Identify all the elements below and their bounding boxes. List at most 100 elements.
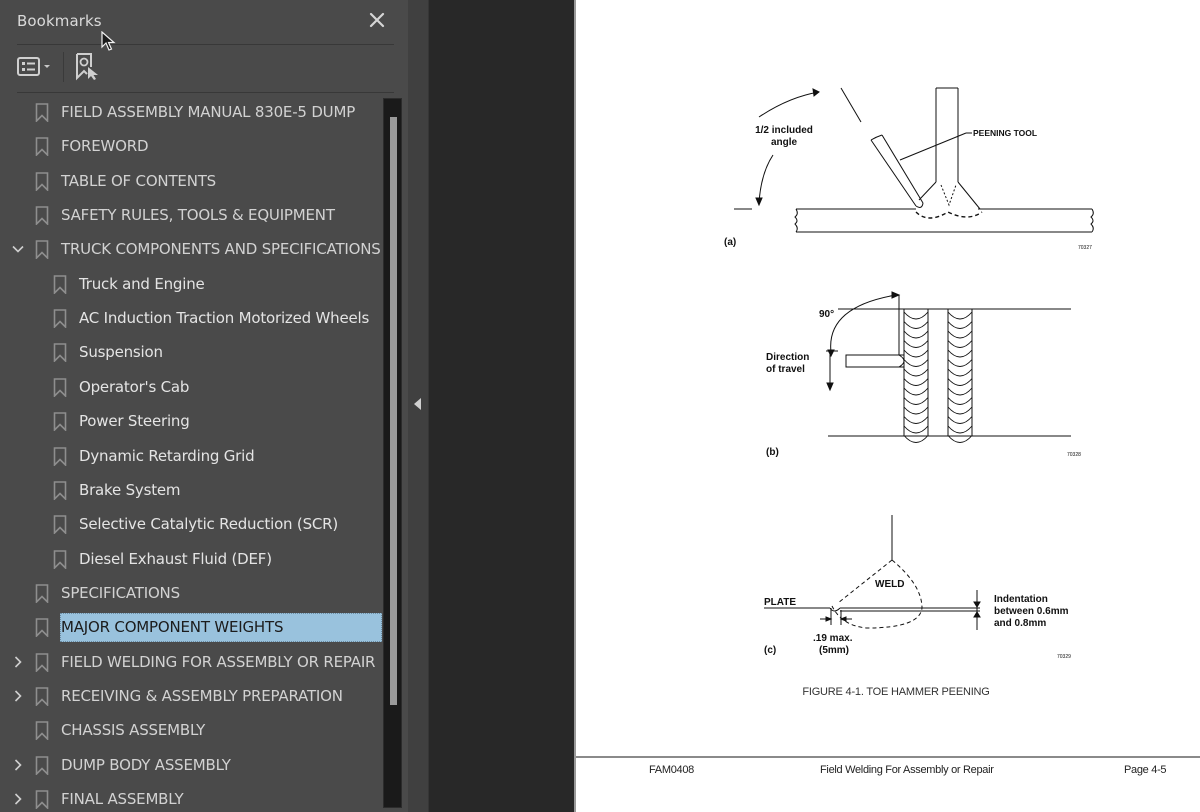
bookmark-item[interactable]: Brake System xyxy=(0,475,383,505)
fig-b-angle-label: 90° xyxy=(819,309,834,320)
chevron-right-icon[interactable] xyxy=(11,655,25,669)
fig-c-indent-1: Indentation xyxy=(994,594,1048,605)
fig-c-weld-label: WELD xyxy=(875,579,904,590)
bookmark-item[interactable]: AC Induction Traction Motorized Wheels xyxy=(0,303,383,333)
bookmark-item[interactable]: RECEIVING & ASSEMBLY PREPARATION xyxy=(0,681,383,711)
footer-doc-code: FAM0408 xyxy=(649,764,694,776)
bookmark-label: FINAL ASSEMBLY xyxy=(61,790,184,808)
bookmark-item[interactable]: SAFETY RULES, TOOLS & EQUIPMENT xyxy=(0,200,383,230)
bookmark-label: FOREWORD xyxy=(61,137,149,156)
fig-c-max-2: (5mm) xyxy=(819,645,849,656)
bookmark-label: SPECIFICATIONS xyxy=(61,583,180,602)
bookmark-label: FIELD ASSEMBLY MANUAL 830E-5 DUMP xyxy=(61,103,356,121)
options-list-icon xyxy=(17,57,50,76)
figure-4-1: 1/2 included angle PEENING TOOL (a) 7032… xyxy=(724,87,1094,660)
chevron-right-icon[interactable] xyxy=(11,792,25,806)
bookmarks-panel: Bookmarks FIELD ASSEMBLY MANUAL 830E-5 D… xyxy=(0,0,408,812)
bookmark-icon xyxy=(53,515,67,535)
bookmark-item[interactable]: Operator's Cab xyxy=(0,372,383,402)
bookmark-item[interactable]: FIELD ASSEMBLY MANUAL 830E-5 DUMP xyxy=(0,97,383,127)
weld-ripple xyxy=(947,397,973,405)
bookmark-item[interactable]: SPECIFICATIONS xyxy=(0,578,383,608)
bookmark-item[interactable]: DUMP BODY ASSEMBLY xyxy=(0,750,383,780)
find-current-bookmark-button[interactable] xyxy=(74,52,100,82)
bookmark-item[interactable]: Suspension xyxy=(0,337,383,367)
panel-title: Bookmarks xyxy=(17,12,102,30)
bookmark-icon xyxy=(35,721,49,741)
bookmark-icon xyxy=(35,584,49,603)
bookmark-item[interactable]: Diesel Exhaust Fluid (DEF) xyxy=(0,544,383,574)
bookmark-label: TABLE OF CONTENTS xyxy=(61,171,217,190)
bookmark-icon xyxy=(53,549,67,569)
footer-page-number: Page 4-5 xyxy=(1124,764,1167,776)
options-menu-button[interactable] xyxy=(17,55,57,79)
bookmark-label: Dynamic Retarding Grid xyxy=(79,446,255,465)
weld-ripple xyxy=(903,368,929,377)
bookmark-icon xyxy=(35,652,49,672)
collapse-panel-button[interactable] xyxy=(408,0,429,812)
scrollbar-thumb[interactable] xyxy=(390,117,397,705)
toolbar-separator xyxy=(63,52,64,82)
figure-caption: FIGURE 4-1. TOE HAMMER PEENING xyxy=(802,686,990,698)
bookmark-label: Diesel Exhaust Fluid (DEF) xyxy=(79,549,272,568)
bookmark-item[interactable]: TRUCK COMPONENTS AND SPECIFICATIONS xyxy=(0,234,383,264)
fig-a-tool-label: PEENING TOOL xyxy=(973,128,1037,138)
weld-ripple xyxy=(947,311,973,320)
bookmark-icon xyxy=(35,103,49,122)
chevron-down-icon[interactable] xyxy=(11,242,25,256)
bookmark-label: TRUCK COMPONENTS AND SPECIFICATIONS xyxy=(61,240,381,259)
fig-c-panel-label: (c) xyxy=(764,645,776,656)
bookmark-icon xyxy=(53,412,67,432)
scrollbar-track[interactable] xyxy=(383,98,402,808)
bookmark-item[interactable]: TABLE OF CONTENTS xyxy=(0,166,383,196)
weld-ripple xyxy=(903,397,929,405)
close-panel-button[interactable] xyxy=(366,9,388,31)
header-divider xyxy=(17,44,394,45)
bookmark-label: Truck and Engine xyxy=(79,274,205,293)
bookmark-label: AC Induction Traction Motorized Wheels xyxy=(79,309,370,328)
figure-a xyxy=(734,87,1094,233)
bookmark-icon xyxy=(53,274,67,294)
weld-ripple xyxy=(903,378,929,386)
weld-ripple xyxy=(903,321,929,329)
bookmark-item[interactable]: FINAL ASSEMBLY xyxy=(0,784,383,812)
bookmark-item[interactable]: MAJOR COMPONENT WEIGHTS xyxy=(0,612,383,643)
bookmark-label: Suspension xyxy=(79,343,163,362)
fig-b-panel-label: (b) xyxy=(766,447,779,458)
chevron-right-icon[interactable] xyxy=(11,758,25,772)
bookmark-icon xyxy=(53,377,67,397)
toolbar-divider xyxy=(17,92,394,93)
fig-c-max-1: .19 max. xyxy=(813,633,853,644)
weld-ripple xyxy=(903,340,929,348)
fig-b-id: 70328 xyxy=(1067,452,1081,458)
bookmark-item[interactable]: FIELD WELDING FOR ASSEMBLY OR REPAIR xyxy=(0,647,383,677)
bookmark-item[interactable]: Selective Catalytic Reduction (SCR) xyxy=(0,509,383,539)
weld-ripple xyxy=(947,378,973,386)
bookmark-label: DUMP BODY ASSEMBLY xyxy=(61,755,231,774)
weld-ripple xyxy=(903,435,929,443)
bookmark-label: CHASSIS ASSEMBLY xyxy=(61,721,206,740)
bookmark-label: RECEIVING & ASSEMBLY PREPARATION xyxy=(61,686,343,705)
bookmark-item[interactable]: Dynamic Retarding Grid xyxy=(0,441,383,471)
chevron-right-icon[interactable] xyxy=(11,689,25,703)
weld-ripple xyxy=(947,368,973,377)
weld-ripple xyxy=(947,416,973,424)
weld-ripple xyxy=(947,330,973,339)
bookmark-icon xyxy=(35,137,49,157)
bookmark-item[interactable]: FOREWORD xyxy=(0,131,383,161)
bookmark-icon xyxy=(35,790,49,809)
bookmark-icon xyxy=(35,240,49,260)
bookmark-item[interactable]: CHASSIS ASSEMBLY xyxy=(0,715,383,745)
bookmark-label: Selective Catalytic Reduction (SCR) xyxy=(79,515,339,534)
weld-ripple xyxy=(903,416,929,424)
bookmark-item[interactable]: Truck and Engine xyxy=(0,269,383,299)
find-current-bookmark-icon xyxy=(76,53,98,81)
fig-a-panel-label: (a) xyxy=(724,237,736,248)
bookmark-item[interactable]: Power Steering xyxy=(0,406,383,436)
weld-ripple xyxy=(947,349,973,358)
fig-c-plate-label: PLATE xyxy=(764,597,796,608)
close-icon xyxy=(369,12,385,28)
weld-ripple xyxy=(903,330,929,339)
bookmark-label: Operator's Cab xyxy=(79,377,190,396)
figure-b xyxy=(826,291,1071,443)
